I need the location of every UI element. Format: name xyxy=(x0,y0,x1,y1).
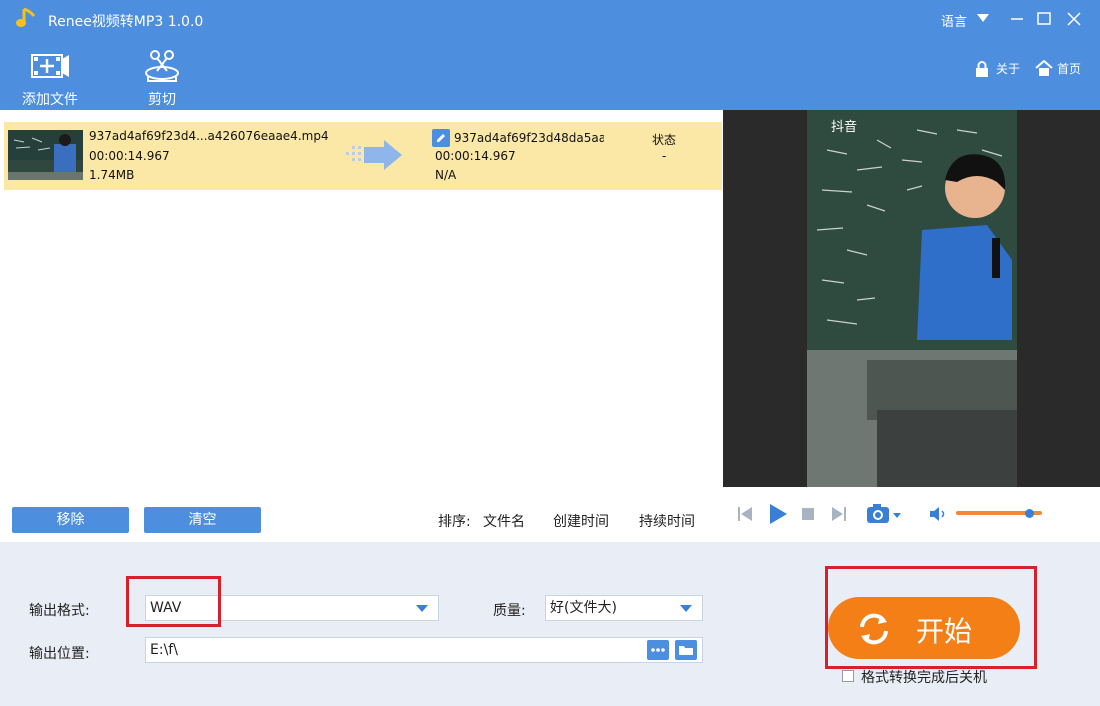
source-filename: 937ad4af69f23d4...a426076eaae4.mp4 xyxy=(89,129,329,143)
status-value: - xyxy=(662,149,667,163)
convert-arrow-icon xyxy=(346,140,402,170)
home-link[interactable]: 首页 xyxy=(1057,60,1081,77)
add-file-label: 添加文件 xyxy=(22,92,78,108)
quality-label: 质量: xyxy=(493,603,526,619)
title-bar: Renee视频转MP3 1.0.0 语言 xyxy=(0,0,1100,38)
sort-by-filename[interactable]: 文件名 xyxy=(483,511,525,531)
language-dropdown-icon[interactable] xyxy=(977,14,989,22)
video-preview: 抖音 xyxy=(723,110,1100,487)
previous-icon[interactable] xyxy=(737,506,753,522)
chevron-down-icon[interactable] xyxy=(416,605,428,612)
about-link[interactable]: 关于 xyxy=(996,60,1020,77)
scissors-icon xyxy=(145,50,179,82)
camera-icon[interactable] xyxy=(865,502,905,526)
shutdown-checkbox[interactable] xyxy=(842,670,854,682)
quality-value: 好(文件大) xyxy=(550,600,617,616)
cut-label: 剪切 xyxy=(148,92,176,108)
volume-slider-knob[interactable] xyxy=(1025,509,1035,518)
quality-select[interactable]: 好(文件大) xyxy=(545,595,703,621)
toolbar: 添加文件 剪切 xyxy=(0,38,1100,110)
add-file-button[interactable]: 添加文件 xyxy=(14,38,86,110)
output-format-label: 输出格式: xyxy=(29,603,90,619)
volume-icon[interactable] xyxy=(929,506,949,522)
shutdown-label: 格式转换完成后关机 xyxy=(861,670,987,686)
sort-by-duration[interactable]: 持续时间 xyxy=(639,511,695,531)
next-icon[interactable] xyxy=(831,506,847,522)
cut-button[interactable]: 剪切 xyxy=(132,38,192,110)
output-size: N/A xyxy=(435,168,457,182)
minimize-icon[interactable] xyxy=(1004,6,1030,32)
video-frame: 抖音 xyxy=(807,110,1017,487)
play-icon[interactable] xyxy=(767,503,789,525)
sort-by-created-time[interactable]: 创建时间 xyxy=(553,511,609,531)
player-controls xyxy=(723,487,1100,542)
open-folder-icon[interactable] xyxy=(675,640,697,660)
edit-output-icon[interactable] xyxy=(432,129,450,147)
video-thumbnail xyxy=(8,130,83,180)
music-note-icon xyxy=(16,7,36,27)
start-highlight-box xyxy=(825,566,1037,669)
clear-button[interactable]: 清空 xyxy=(144,507,261,533)
lock-icon[interactable] xyxy=(975,61,989,77)
file-list: 937ad4af69f23d4...a426076eaae4.mp4 00:00… xyxy=(0,110,723,542)
output-location-label: 输出位置: xyxy=(29,646,90,662)
status-header: 状态 xyxy=(652,133,677,147)
output-filename: 937ad4af69f23d48da5aa42 xyxy=(454,131,604,145)
sort-label: 排序: xyxy=(438,514,471,530)
output-location-value: E:\f\ xyxy=(150,642,178,658)
output-duration: 00:00:14.967 xyxy=(435,149,516,163)
close-icon[interactable] xyxy=(1061,6,1087,32)
language-menu[interactable]: 语言 xyxy=(941,11,967,30)
home-icon[interactable] xyxy=(1035,60,1053,76)
watermark-text: 抖音 xyxy=(831,120,858,135)
format-highlight-box xyxy=(126,576,221,627)
remove-button[interactable]: 移除 xyxy=(12,507,129,533)
maximize-icon[interactable] xyxy=(1031,6,1057,32)
source-duration: 00:00:14.967 xyxy=(89,149,170,163)
stop-icon[interactable] xyxy=(801,507,815,521)
chevron-down-icon[interactable] xyxy=(680,605,692,612)
output-location-field[interactable]: E:\f\ xyxy=(145,637,703,663)
app-title: Renee视频转MP3 1.0.0 xyxy=(48,14,204,30)
browse-more-icon[interactable] xyxy=(647,640,669,660)
source-size: 1.74MB xyxy=(89,168,135,182)
file-row[interactable]: 937ad4af69f23d4...a426076eaae4.mp4 00:00… xyxy=(4,122,722,190)
add-video-icon xyxy=(31,54,69,78)
